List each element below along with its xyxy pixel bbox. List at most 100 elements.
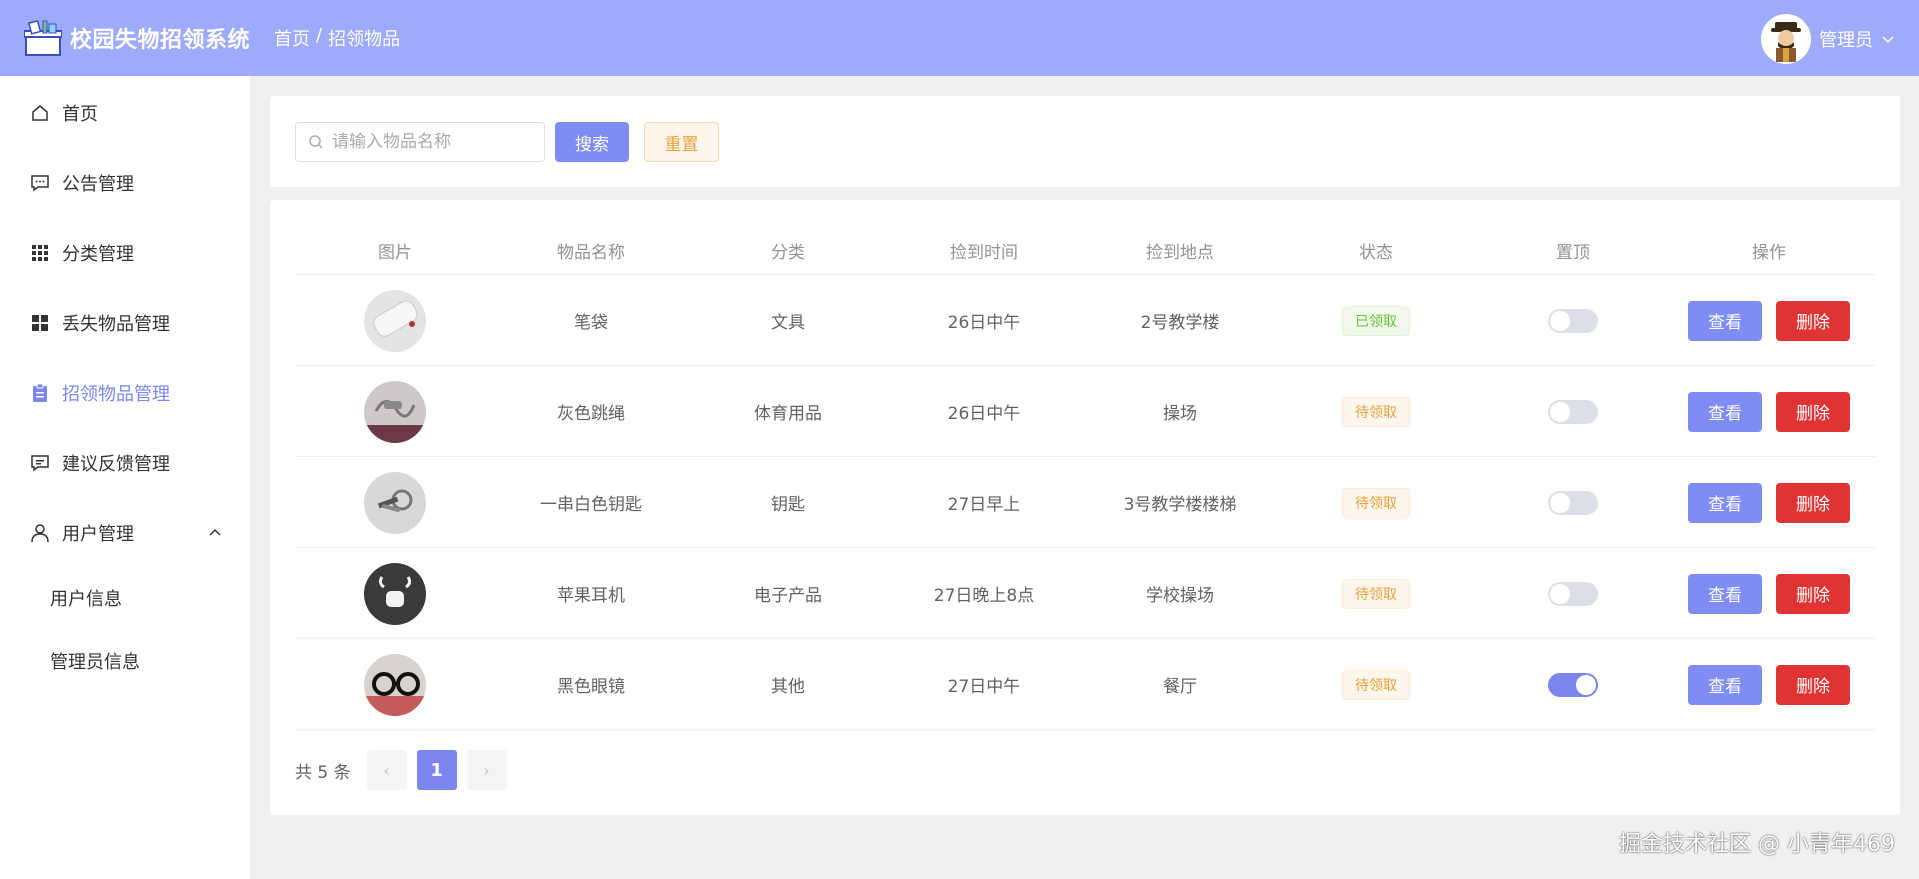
pencil-case-image: [364, 289, 426, 352]
status-badge: 待领取: [1342, 669, 1410, 700]
item-name: 苹果耳机: [557, 586, 625, 606]
item-name: 笔袋: [574, 313, 608, 333]
menu-blocks-icon: [30, 313, 50, 333]
delete-button[interactable]: 删除: [1776, 573, 1850, 614]
chevron-down-icon[interactable]: [1881, 32, 1895, 46]
chat-dots-icon: [30, 173, 50, 193]
next-page-button[interactable]: ›: [466, 750, 507, 790]
prev-page-button[interactable]: ‹: [366, 750, 407, 790]
item-thumbnail[interactable]: [364, 653, 426, 716]
home-icon: [30, 103, 50, 123]
item-category: 电子产品: [754, 586, 822, 606]
breadcrumb: 首页 / 招领物品: [274, 25, 400, 51]
item-category: 其他: [771, 677, 805, 697]
status-badge: 已领取: [1342, 305, 1410, 336]
top-header: 校园失物招领系统 首页 / 招领物品 管理员: [0, 0, 1919, 76]
item-thumbnail[interactable]: [364, 471, 426, 534]
sidebar-item-home[interactable]: 首页: [0, 88, 250, 138]
sidebar-item-label: 首页: [62, 104, 98, 125]
search-icon: [309, 135, 323, 149]
sidebar-item-label: 建议反馈管理: [62, 454, 170, 475]
view-button[interactable]: 查看: [1688, 300, 1762, 341]
sidebar-item-label: 招领物品管理: [62, 384, 170, 405]
column-header-image: 图片: [378, 242, 412, 263]
pin-toggle[interactable]: [1548, 490, 1598, 515]
item-category: 钥匙: [771, 495, 805, 515]
grid-icon: [30, 243, 50, 263]
delete-button[interactable]: 删除: [1776, 391, 1850, 432]
item-thumbnail[interactable]: [364, 562, 426, 625]
table-row: 苹果耳机 电子产品 27日晚上8点 学校操场 待领取 查看 删除: [295, 548, 1875, 639]
item-thumbnail[interactable]: [364, 289, 426, 352]
delete-button[interactable]: 删除: [1776, 300, 1850, 341]
column-header-status: 状态: [1359, 242, 1393, 263]
sidebar-subitem-label: 管理员信息: [50, 652, 140, 673]
item-found-time: 26日中午: [947, 313, 1021, 333]
table-row: 灰色跳绳 体育用品 26日中午 操场 待领取 查看 删除: [295, 366, 1875, 457]
table-row: 黑色眼镜 其他 27日中午 餐厅 待领取 查看 删除: [295, 639, 1875, 730]
item-found-time: 27日早上: [947, 495, 1021, 515]
sidebar-subitem-user-info[interactable]: 用户信息: [0, 573, 250, 623]
avatar-cartoon-icon: [1761, 14, 1811, 64]
search-field[interactable]: [295, 122, 545, 162]
status-badge: 待领取: [1342, 396, 1410, 427]
pagination: 共 5 条 ‹ 1 ›: [295, 750, 517, 790]
pin-toggle[interactable]: [1548, 672, 1598, 697]
sidebar-item-lost-items[interactable]: 丢失物品管理: [0, 298, 250, 348]
sidebar-subitem-admin-info[interactable]: 管理员信息: [0, 636, 250, 686]
table-header: 图片 物品名称 分类 捡到时间 捡到地点 状态 置顶 操作: [295, 225, 1875, 275]
delete-button[interactable]: 删除: [1776, 664, 1850, 705]
search-input[interactable]: [332, 132, 532, 152]
user-icon: [30, 523, 50, 543]
pin-toggle[interactable]: [1548, 308, 1598, 333]
breadcrumb-home[interactable]: 首页: [274, 25, 310, 51]
item-category: 文具: [771, 313, 805, 333]
sidebar-item-label: 丢失物品管理: [62, 314, 170, 335]
sidebar-item-users[interactable]: 用户管理: [0, 508, 250, 558]
clipboard-icon: [30, 383, 50, 403]
chevron-right-icon: ›: [483, 760, 490, 780]
status-badge: 待领取: [1342, 578, 1410, 609]
breadcrumb-current: 招领物品: [328, 29, 401, 50]
item-found-place: 2号教学楼: [1140, 313, 1220, 333]
item-found-place: 操场: [1163, 404, 1197, 424]
glasses-image: [364, 653, 426, 716]
reset-button[interactable]: 重置: [644, 122, 719, 162]
view-button[interactable]: 查看: [1688, 573, 1762, 614]
sidebar-item-categories[interactable]: 分类管理: [0, 228, 250, 278]
user-menu[interactable]: 管理员: [1761, 14, 1895, 64]
delete-button[interactable]: 删除: [1776, 482, 1850, 523]
chevron-up-icon[interactable]: [208, 526, 222, 540]
user-name[interactable]: 管理员: [1819, 26, 1873, 52]
status-badge: 待领取: [1342, 487, 1410, 518]
avatar[interactable]: [1761, 14, 1811, 64]
sidebar-subitem-label: 用户信息: [50, 589, 122, 610]
view-button[interactable]: 查看: [1688, 391, 1762, 432]
view-button[interactable]: 查看: [1688, 482, 1762, 523]
item-found-place: 3号教学楼楼梯: [1123, 495, 1237, 515]
view-button[interactable]: 查看: [1688, 664, 1762, 705]
chevron-left-icon: ‹: [383, 760, 390, 780]
earbuds-image: [364, 562, 426, 625]
column-header-pin: 置顶: [1556, 242, 1590, 263]
app-logo[interactable]: 校园失物招领系统: [24, 19, 250, 57]
search-button[interactable]: 搜索: [555, 122, 629, 162]
sidebar: 首页 公告管理 分类管理 丢失物品管理 招领物品管理 建议反馈管理 用户管理 用…: [0, 76, 250, 879]
page-number-button[interactable]: 1: [416, 750, 457, 790]
jump-rope-image: [364, 380, 426, 443]
pin-toggle[interactable]: [1548, 399, 1598, 424]
item-found-time: 27日中午: [947, 677, 1021, 697]
sidebar-item-label: 分类管理: [62, 244, 134, 265]
item-found-time: 26日中午: [947, 404, 1021, 424]
pin-toggle[interactable]: [1548, 581, 1598, 606]
keys-image: [364, 471, 426, 534]
sidebar-item-label: 用户管理: [62, 524, 134, 545]
sidebar-item-found-items[interactable]: 招领物品管理: [0, 368, 250, 418]
sidebar-item-announcements[interactable]: 公告管理: [0, 158, 250, 208]
column-header-actions: 操作: [1752, 242, 1786, 263]
item-thumbnail[interactable]: [364, 380, 426, 443]
sidebar-item-label: 公告管理: [62, 174, 134, 195]
column-header-category: 分类: [771, 242, 805, 263]
watermark: 掘金技术社区 @ 小青年469: [1619, 832, 1895, 857]
sidebar-item-feedback[interactable]: 建议反馈管理: [0, 438, 250, 488]
